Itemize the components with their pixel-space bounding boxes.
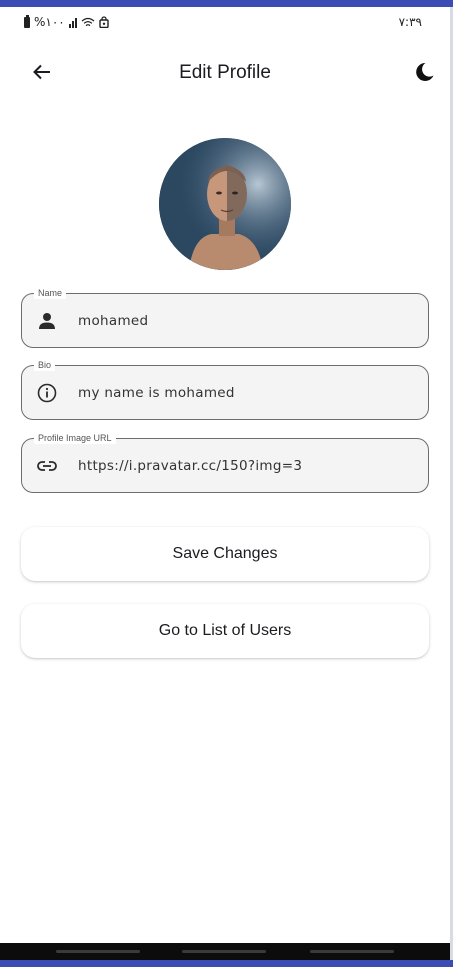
name-field[interactable]: Name [21,288,429,348]
image-url-input[interactable] [78,439,418,492]
top-frame-bar [0,0,453,7]
status-bar: %۱۰۰ ۷:۳۹ [0,7,450,37]
save-changes-button[interactable]: Save Changes [21,527,429,581]
wifi-icon [81,17,95,28]
image-url-field[interactable]: Profile Image URL [21,433,429,493]
link-icon [36,455,58,477]
status-icons: %۱۰۰ [24,14,109,29]
bio-input[interactable] [78,366,418,419]
nav-home-pill[interactable] [182,950,266,953]
signal-icon [68,17,77,28]
battery-level: %۱۰۰ [34,15,65,29]
name-input[interactable] [78,294,418,347]
bio-field-label: Bio [34,360,56,371]
go-to-users-button[interactable]: Go to List of Users [21,604,429,658]
battery-icon [24,14,30,28]
app-bar: Edit Profile [0,40,450,104]
bio-field[interactable]: Bio [21,360,429,420]
system-navigation-bar [0,943,450,960]
dark-mode-moon-icon [416,62,434,81]
status-time: ۷:۳۹ [398,15,422,29]
name-field-label: Name [34,288,67,299]
avatar[interactable] [159,138,291,270]
profile-photo [159,138,291,270]
nav-back-pill[interactable] [56,950,140,953]
bottom-frame-bar [0,960,453,967]
person-icon [36,310,58,332]
info-icon [36,382,58,404]
lock-icon [99,16,109,28]
nav-recents-pill[interactable] [310,950,394,953]
theme-toggle-button[interactable] [408,56,440,88]
page-title: Edit Profile [179,62,271,83]
